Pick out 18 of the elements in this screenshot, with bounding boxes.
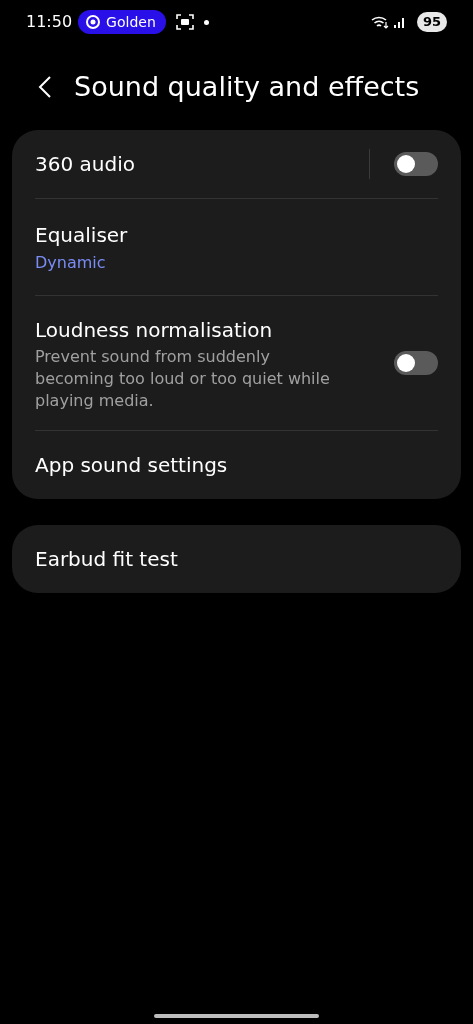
record-icon [86, 15, 101, 29]
setting-summary: Prevent sound from suddenly becoming too loud or too quiet while playing media. [35, 346, 331, 412]
battery-badge: 95 [416, 12, 447, 32]
setting-title[interactable]: Earbud fit test [35, 543, 438, 575]
toggle-switch[interactable] [394, 351, 438, 375]
setting-title[interactable]: Equaliser [35, 219, 438, 251]
back-icon[interactable] [38, 75, 52, 99]
clock: 11:50 [26, 11, 73, 33]
setting-title[interactable]: 360 audio [35, 148, 369, 180]
signal-icon [392, 15, 407, 29]
setting-value: Dynamic [35, 252, 107, 274]
page-title: Sound quality and effects [74, 69, 420, 104]
setting-title[interactable]: Loudness normalisation [35, 314, 394, 346]
screenshot-icon [175, 14, 194, 30]
toggle-switch[interactable] [394, 152, 438, 176]
status-pill[interactable]: Golden [78, 10, 166, 34]
wifi-icon [370, 15, 389, 29]
setting-title[interactable]: App sound settings [35, 449, 438, 481]
